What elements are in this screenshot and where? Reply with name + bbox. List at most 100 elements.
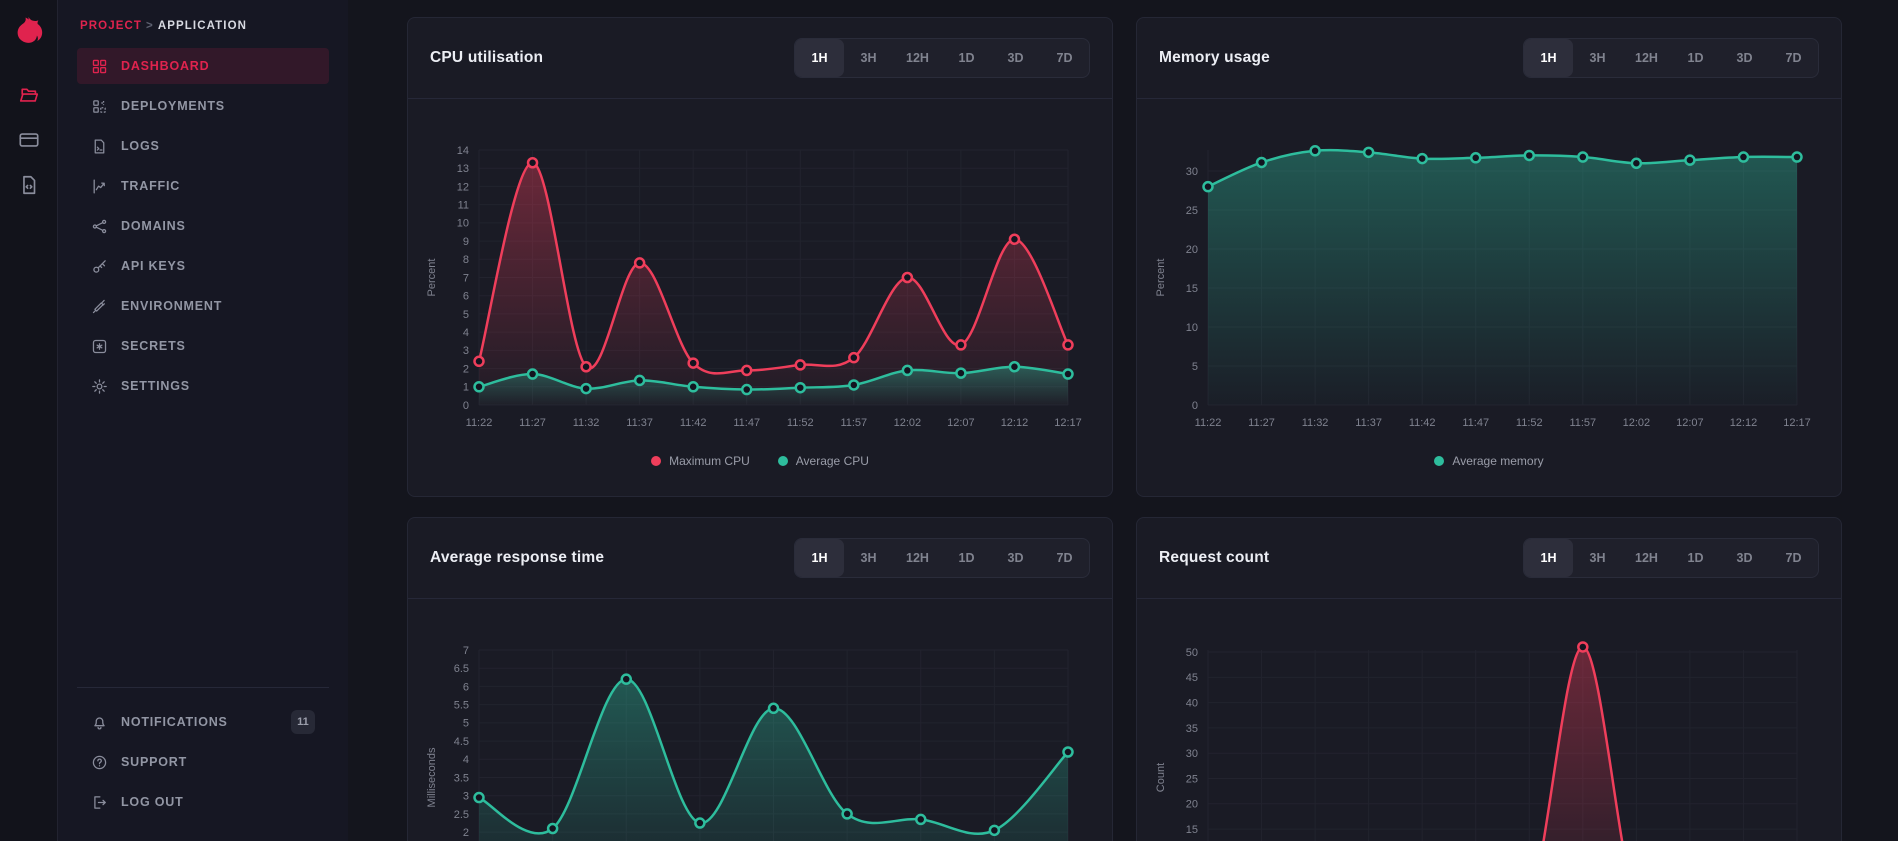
legend-item: Average memory (1434, 454, 1543, 468)
time-range-1h[interactable]: 1H (1524, 39, 1573, 77)
time-range-3h[interactable]: 3H (1573, 39, 1622, 77)
logout-icon (91, 794, 108, 811)
cpu-utilisation-card: CPU utilisation 1H 3H 12H 1D 3D 7D 01234… (407, 17, 1113, 497)
sidebar-item-label: SUPPORT (121, 755, 187, 769)
svg-text:6: 6 (463, 681, 469, 693)
sidebar-item-label: NOTIFICATIONS (121, 715, 228, 729)
sidebar-item-deployments[interactable]: DEPLOYMENTS (77, 88, 329, 124)
svg-text:12:02: 12:02 (894, 417, 922, 429)
time-range-3h[interactable]: 3H (844, 39, 893, 77)
time-range-12h[interactable]: 12H (893, 39, 942, 77)
svg-text:8: 8 (463, 254, 469, 266)
request-count-card: Request count 1H 3H 12H 1D 3D 7D 0510152… (1136, 517, 1842, 841)
breadcrumb-project[interactable]: PROJECT (80, 20, 142, 32)
sidebar-item-notifications[interactable]: NOTIFICATIONS 11 (77, 704, 329, 740)
sidebar-item-label: DASHBOARD (121, 59, 209, 73)
svg-text:5: 5 (463, 718, 469, 730)
time-range-3d[interactable]: 3D (1720, 39, 1769, 77)
help-circle-icon (91, 754, 108, 771)
sidebar-item-domains[interactable]: DOMAINS (77, 208, 329, 244)
svg-text:10: 10 (457, 218, 469, 230)
sidebar-item-secrets[interactable]: SECRETS (77, 328, 329, 364)
icon-rail (0, 0, 58, 841)
time-range-12h[interactable]: 12H (893, 539, 942, 577)
svg-text:11:47: 11:47 (733, 417, 760, 429)
svg-text:11:52: 11:52 (1516, 417, 1543, 429)
svg-text:5.5: 5.5 (454, 699, 469, 711)
sidebar-item-label: DOMAINS (121, 219, 186, 233)
memory-usage-card: Memory usage 1H 3H 12H 1D 3D 7D 05101520… (1136, 17, 1842, 497)
svg-text:7: 7 (463, 272, 469, 284)
time-range-3d[interactable]: 3D (991, 39, 1040, 77)
svg-text:Percent: Percent (1155, 259, 1167, 297)
svg-text:45: 45 (1186, 672, 1198, 684)
time-range-7d[interactable]: 7D (1769, 39, 1818, 77)
card-title: Request count (1159, 549, 1269, 567)
average-response-time-card: Average response time 1H 3H 12H 1D 3D 7D… (407, 517, 1113, 841)
average-response-time-chart[interactable]: 00.511.522.533.544.555.566.57Millisecond… (408, 616, 1114, 841)
sidebar-item-label: SECRETS (121, 339, 186, 353)
legend-dot (1434, 456, 1444, 466)
svg-text:12: 12 (457, 181, 469, 193)
sidebar-item-label: API KEYS (121, 259, 186, 273)
svg-text:15: 15 (1186, 283, 1198, 295)
legend-dot (651, 456, 661, 466)
cpu-utilisation-chart[interactable]: 0123456789101112131411:2211:2711:3211:37… (408, 116, 1114, 446)
notifications-badge: 11 (291, 710, 315, 734)
card-title: Memory usage (1159, 49, 1270, 67)
svg-text:4: 4 (463, 327, 469, 339)
request-count-chart[interactable]: 05101520253035404550Count (1137, 616, 1843, 841)
time-range-1h[interactable]: 1H (795, 539, 844, 577)
sidebar-item-traffic[interactable]: TRAFFIC (77, 168, 329, 204)
svg-text:3: 3 (463, 791, 469, 803)
svg-text:14: 14 (457, 145, 469, 157)
time-range-1h[interactable]: 1H (1524, 539, 1573, 577)
domains-network-icon (91, 218, 108, 235)
time-range-7d[interactable]: 7D (1040, 539, 1089, 577)
key-icon (91, 258, 108, 275)
time-range-3h[interactable]: 3H (1573, 539, 1622, 577)
time-range-7d[interactable]: 7D (1769, 539, 1818, 577)
sidebar-item-dashboard[interactable]: DASHBOARD (77, 48, 329, 84)
time-range-1d[interactable]: 1D (1671, 539, 1720, 577)
time-range-1h[interactable]: 1H (795, 39, 844, 77)
time-range-12h[interactable]: 12H (1622, 39, 1671, 77)
sidebar-item-api-keys[interactable]: API KEYS (77, 248, 329, 284)
sidebar-item-logout[interactable]: LOG OUT (77, 784, 329, 820)
sidebar-item-settings[interactable]: SETTINGS (77, 368, 329, 404)
svg-text:6.5: 6.5 (454, 663, 469, 675)
svg-text:11:27: 11:27 (1248, 417, 1275, 429)
time-range-7d[interactable]: 7D (1040, 39, 1089, 77)
memory-usage-chart[interactable]: 05101520253011:2211:2711:3211:3711:4211:… (1137, 116, 1843, 446)
chart-legend: Average memory (1137, 454, 1841, 468)
time-range-3d[interactable]: 3D (991, 539, 1040, 577)
billing-card-icon[interactable] (18, 129, 40, 151)
svg-text:12:02: 12:02 (1623, 417, 1651, 429)
nest-logo[interactable] (12, 14, 46, 48)
svg-text:12:12: 12:12 (1730, 417, 1758, 429)
logs-file-icon (91, 138, 108, 155)
projects-folder-icon[interactable] (18, 84, 40, 106)
sidebar-item-support[interactable]: SUPPORT (77, 744, 329, 780)
svg-text:5: 5 (1192, 361, 1198, 373)
svg-text:20: 20 (1186, 799, 1198, 811)
svg-text:11:52: 11:52 (787, 417, 814, 429)
card-title: CPU utilisation (430, 49, 543, 67)
sidebar-item-environment[interactable]: ENVIRONMENT (77, 288, 329, 324)
time-range-1d[interactable]: 1D (942, 539, 991, 577)
svg-text:3.5: 3.5 (454, 772, 469, 784)
time-range-3h[interactable]: 3H (844, 539, 893, 577)
time-range-1d[interactable]: 1D (1671, 39, 1720, 77)
time-range-selector: 1H 3H 12H 1D 3D 7D (1523, 38, 1819, 78)
file-code-icon[interactable] (18, 174, 40, 196)
svg-text:40: 40 (1186, 697, 1198, 709)
time-range-1d[interactable]: 1D (942, 39, 991, 77)
breadcrumb-application[interactable]: APPLICATION (158, 20, 247, 32)
dashboard-grid-icon (91, 58, 108, 75)
svg-text:11:57: 11:57 (1569, 417, 1596, 429)
sidebar-item-logs[interactable]: LOGS (77, 128, 329, 164)
sidebar-item-label: LOGS (121, 139, 160, 153)
time-range-12h[interactable]: 12H (1622, 539, 1671, 577)
time-range-3d[interactable]: 3D (1720, 539, 1769, 577)
time-range-selector: 1H 3H 12H 1D 3D 7D (794, 38, 1090, 78)
